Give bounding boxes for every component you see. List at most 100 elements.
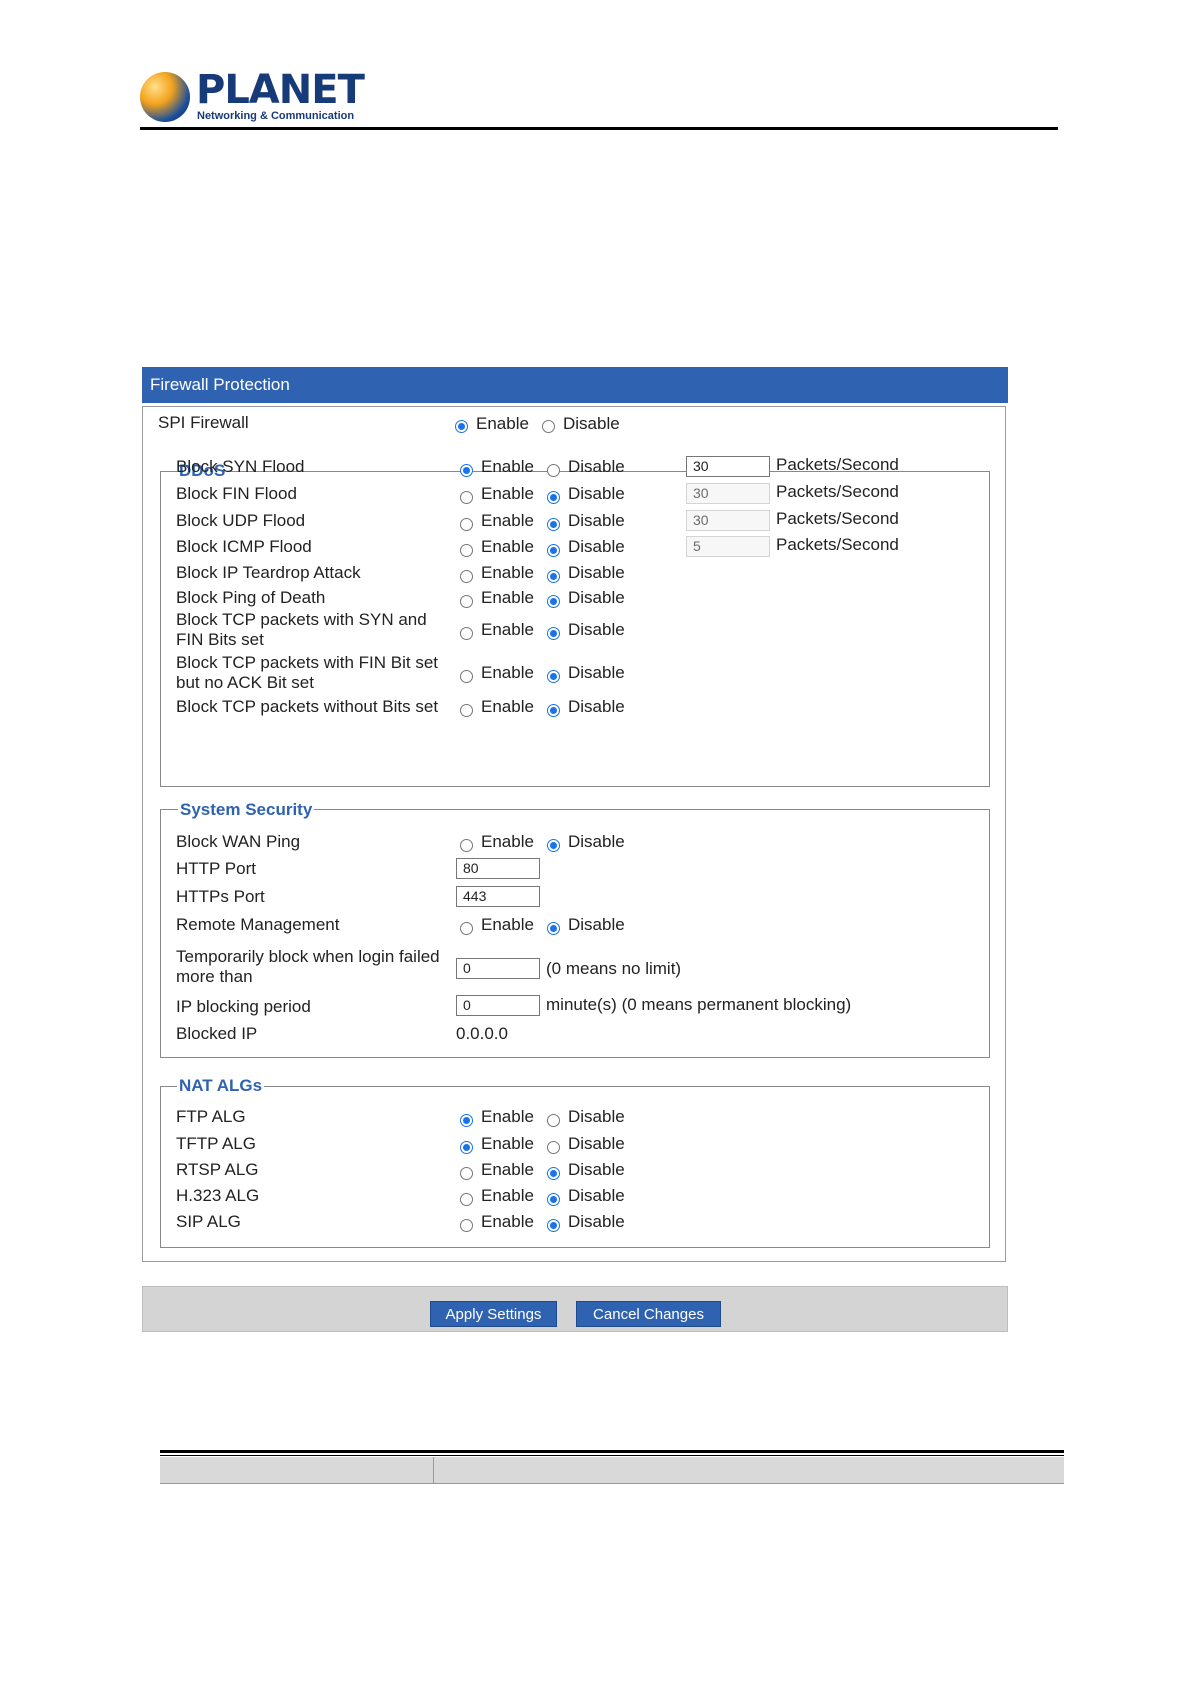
ddos-enable-label: Enable <box>481 588 534 607</box>
ddos-enable-label: Enable <box>481 620 534 639</box>
panel-title: Firewall Protection <box>142 367 1008 403</box>
ddos-row-label: Block TCP packets without Bits set <box>176 697 439 716</box>
ddos-disable-radio[interactable] <box>547 670 560 683</box>
globe-icon <box>140 72 190 122</box>
nat-alg-label: TFTP ALG <box>176 1134 256 1153</box>
ddos-disable-radio[interactable] <box>547 627 560 640</box>
nat-alg-enable-label: Enable <box>481 1212 534 1231</box>
login-block-input[interactable]: 0 <box>456 958 540 979</box>
table-header-cell-description <box>434 1457 1064 1484</box>
ddos-enable-label: Enable <box>481 537 534 556</box>
ddos-enable-radio[interactable] <box>460 570 473 583</box>
nat-alg-enable-radio[interactable] <box>460 1167 473 1180</box>
ddos-disable-label: Disable <box>568 663 625 682</box>
spi-firewall-label: SPI Firewall <box>158 413 249 432</box>
nat-alg-disable-radio[interactable] <box>547 1114 560 1127</box>
brand-name: PLANET <box>196 67 365 113</box>
blocked-ip-value: 0.0.0.0 <box>456 1024 508 1043</box>
ddos-disable-label: Disable <box>568 588 625 607</box>
ddos-rate-unit: Packets/Second <box>776 535 899 554</box>
nat-algs-legend: NAT ALGs <box>177 1076 265 1096</box>
firewall-panel: SPI Firewall Enable Disable DDoS Block S… <box>142 406 1006 1262</box>
ddos-disable-label: Disable <box>568 511 625 530</box>
planet-logo: PLANET Networking & Communication <box>140 68 365 128</box>
ddos-row-label: Block FIN Flood <box>176 484 297 503</box>
https-port-input[interactable]: 443 <box>456 886 540 907</box>
apply-settings-button[interactable]: Apply Settings <box>430 1301 557 1327</box>
ddos-row-label: Block UDP Flood <box>176 511 306 530</box>
cancel-changes-button[interactable]: Cancel Changes <box>576 1301 721 1327</box>
ddos-enable-radio[interactable] <box>460 518 473 531</box>
nat-alg-label: H.323 ALG <box>176 1186 260 1205</box>
remote-enable-radio[interactable] <box>460 922 473 935</box>
ddos-enable-radio[interactable] <box>460 627 473 640</box>
ddos-enable-radio[interactable] <box>460 704 473 717</box>
nat-alg-enable-radio[interactable] <box>460 1193 473 1206</box>
remote-management-label: Remote Management <box>176 915 340 934</box>
ddos-row-label: Block ICMP Flood <box>176 537 312 556</box>
spi-disable-radio[interactable] <box>542 420 555 433</box>
nat-alg-label: FTP ALG <box>176 1107 246 1126</box>
ddos-disable-radio[interactable] <box>547 595 560 608</box>
ddos-disable-radio[interactable] <box>547 704 560 717</box>
wan-ping-disable-radio[interactable] <box>547 839 560 852</box>
block-wan-ping-label: Block WAN Ping <box>176 832 301 851</box>
ddos-enable-radio[interactable] <box>460 595 473 608</box>
ddos-row-label: Block SYN Flood <box>176 457 305 476</box>
nat-alg-disable-label: Disable <box>568 1186 625 1205</box>
ddos-disable-radio[interactable] <box>547 544 560 557</box>
nat-alg-disable-radio[interactable] <box>547 1167 560 1180</box>
ddos-rate-input[interactable]: 5 <box>686 536 770 557</box>
nat-alg-disable-label: Disable <box>568 1134 625 1153</box>
spi-enable-radio[interactable] <box>455 420 468 433</box>
ddos-enable-radio[interactable] <box>460 491 473 504</box>
ddos-rate-unit: Packets/Second <box>776 482 899 501</box>
ddos-disable-label: Disable <box>568 457 625 476</box>
nat-alg-enable-radio[interactable] <box>460 1219 473 1232</box>
ddos-rate-unit: Packets/Second <box>776 455 899 474</box>
nat-alg-label: RTSP ALG <box>176 1160 259 1179</box>
remote-enable-label: Enable <box>481 915 534 934</box>
nat-alg-disable-label: Disable <box>568 1160 625 1179</box>
ddos-enable-radio[interactable] <box>460 464 473 477</box>
nat-alg-disable-radio[interactable] <box>547 1193 560 1206</box>
ddos-disable-radio[interactable] <box>547 464 560 477</box>
ddos-enable-label: Enable <box>481 663 534 682</box>
nat-alg-enable-label: Enable <box>481 1186 534 1205</box>
ddos-enable-radio[interactable] <box>460 670 473 683</box>
remote-disable-label: Disable <box>568 915 625 934</box>
nat-alg-enable-label: Enable <box>481 1134 534 1153</box>
ddos-disable-radio[interactable] <box>547 491 560 504</box>
ddos-rate-input[interactable]: 30 <box>686 510 770 531</box>
ddos-disable-radio[interactable] <box>547 518 560 531</box>
ddos-disable-label: Disable <box>568 620 625 639</box>
http-port-label: HTTP Port <box>176 859 256 878</box>
nat-alg-enable-radio[interactable] <box>460 1141 473 1154</box>
nat-alg-enable-label: Enable <box>481 1160 534 1179</box>
ddos-enable-label: Enable <box>481 457 534 476</box>
nat-alg-disable-radio[interactable] <box>547 1219 560 1232</box>
brand-tagline: Networking & Communication <box>197 110 355 122</box>
nat-alg-enable-radio[interactable] <box>460 1114 473 1127</box>
ddos-enable-radio[interactable] <box>460 544 473 557</box>
table-top-rule-thin <box>160 1455 1064 1456</box>
ddos-enable-label: Enable <box>481 563 534 582</box>
http-port-input[interactable]: 80 <box>456 858 540 879</box>
wan-ping-enable-radio[interactable] <box>460 839 473 852</box>
nat-alg-enable-label: Enable <box>481 1107 534 1126</box>
ddos-disable-label: Disable <box>568 484 625 503</box>
ddos-rate-input[interactable]: 30 <box>686 483 770 504</box>
ip-blocking-period-input[interactable]: 0 <box>456 995 540 1016</box>
https-port-label: HTTPs Port <box>176 887 265 906</box>
ddos-rate-input[interactable]: 30 <box>686 456 770 477</box>
ddos-row-label: Block Ping of Death <box>176 588 326 607</box>
login-block-hint: (0 means no limit) <box>546 959 682 978</box>
spi-disable-label: Disable <box>563 414 620 433</box>
wan-ping-disable-label: Disable <box>568 832 625 851</box>
table-top-rule <box>160 1450 1064 1453</box>
ddos-disable-radio[interactable] <box>547 570 560 583</box>
remote-disable-radio[interactable] <box>547 922 560 935</box>
nat-alg-disable-radio[interactable] <box>547 1141 560 1154</box>
nat-alg-disable-label: Disable <box>568 1212 625 1231</box>
blocked-ip-label: Blocked IP <box>176 1024 258 1043</box>
